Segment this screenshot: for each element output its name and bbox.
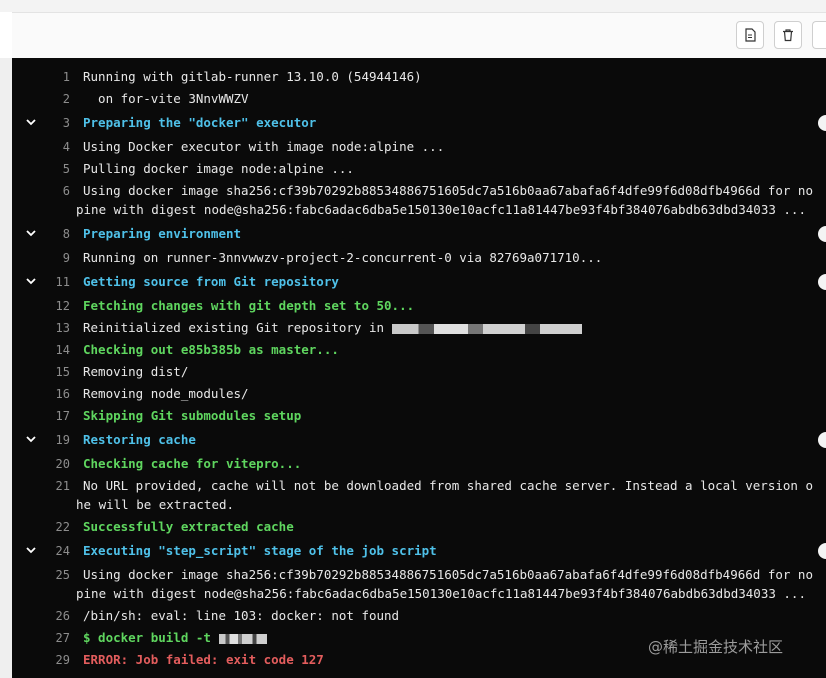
log-text: ERROR: Job failed: exit code 127 <box>83 652 324 667</box>
log-line: 20 Checking cache for vitepro... <box>12 453 826 475</box>
line-number[interactable]: 15 <box>30 361 70 383</box>
log-line: 14 Checking out e85b385b as master... <box>12 339 826 361</box>
log-text: Removing node_modules/ <box>83 386 249 401</box>
log-text: Getting source from Git repository <box>83 274 339 289</box>
line-number[interactable]: 20 <box>30 453 70 475</box>
line-number[interactable]: 5 <box>30 158 70 180</box>
line-number[interactable]: 1 <box>30 66 70 88</box>
log-line: 17 Skipping Git submodules setup <box>12 405 826 427</box>
log-text: Using Docker executor with image node:al… <box>83 139 445 154</box>
line-number[interactable]: 26 <box>30 605 70 627</box>
line-number[interactable]: 12 <box>30 295 70 317</box>
window-top-strip <box>0 0 826 12</box>
log-text: Reinitialized existing Git repository in <box>83 317 583 339</box>
log-text: Restoring cache <box>83 432 196 447</box>
log-text: Successfully extracted cache <box>83 519 294 534</box>
log-text: Executing "step_script" stage of the job… <box>83 543 437 558</box>
log-section-header[interactable]: 11 Getting source from Git repository <box>12 271 826 293</box>
job-log-toolbar <box>12 12 826 59</box>
log-line: 12 Fetching changes with git depth set to… <box>12 295 826 317</box>
log-text: Pulling docker image node:alpine ... <box>83 161 354 176</box>
log-text: Running on runner-3nnvwwzv-project-2-con… <box>83 250 603 265</box>
log-text: he will be extracted. <box>76 497 235 512</box>
erase-log-button[interactable] <box>774 21 802 49</box>
line-number[interactable]: 4 <box>30 136 70 158</box>
log-text: Checking cache for vitepro... <box>83 456 302 471</box>
log-text: Removing dist/ <box>83 364 189 379</box>
redacted-text <box>392 323 583 334</box>
log-text: pine with digest node@sha256:fabc6adac6d… <box>76 202 806 217</box>
log-line: 13 Reinitialized existing Git repository … <box>12 317 826 339</box>
document-icon <box>745 28 756 42</box>
log-text: Running with gitlab-runner 13.10.0 (5494… <box>83 69 422 84</box>
trash-icon <box>783 29 793 42</box>
log-text: $ docker build -t <box>83 627 267 649</box>
log-text: Preparing environment <box>83 226 242 241</box>
watermark: @稀土掘金技术社区 <box>648 638 784 656</box>
log-line: 9 Running on runner-3nnvwwzv-project-2-co… <box>12 247 826 269</box>
log-line-continuation: he will be extracted. <box>12 494 826 516</box>
log-section-header[interactable]: 24 Executing "step_script" stage of the j… <box>12 540 826 562</box>
line-number[interactable]: 9 <box>30 247 70 269</box>
log-line: 2 on for-vite 3NnvWWZV <box>12 88 826 110</box>
line-number[interactable]: 22 <box>30 516 70 538</box>
line-number[interactable]: 24 <box>30 540 70 562</box>
log-line: 15 Removing dist/ <box>12 361 826 383</box>
log-line: 26/bin/sh: eval: line 103: docker: not f… <box>12 605 826 627</box>
log-section-header[interactable]: 19 Restoring cache <box>12 429 826 451</box>
log-line: 4 Using Docker executor with image node:a… <box>12 136 826 158</box>
log-line: 16 Removing node_modules/ <box>12 383 826 405</box>
line-number[interactable]: 14 <box>30 339 70 361</box>
line-number[interactable]: 27 <box>30 627 70 649</box>
line-number[interactable]: 13 <box>30 317 70 339</box>
log-line: 22 Successfully extracted cache <box>12 516 826 538</box>
page-left-gutter <box>0 58 12 678</box>
line-number[interactable]: 2 <box>30 88 70 110</box>
line-number[interactable]: 3 <box>30 112 70 134</box>
line-number[interactable]: 11 <box>30 271 70 293</box>
log-text: on for-vite 3NnvWWZV <box>83 91 249 106</box>
log-text: Checking out e85b385b as master... <box>83 342 339 357</box>
line-number[interactable]: 16 <box>30 383 70 405</box>
log-line: 5 Pulling docker image node:alpine ... <box>12 158 826 180</box>
scroll-button[interactable] <box>812 21 826 49</box>
log-line: 1 Running with gitlab-runner 13.10.0 (549… <box>12 66 826 88</box>
job-log-terminal: 1 Running with gitlab-runner 13.10.0 (549… <box>12 58 826 678</box>
log-text: Skipping Git submodules setup <box>83 408 302 423</box>
log-line-continuation: pine with digest node@sha256:fabc6adac6d… <box>12 583 826 605</box>
line-number[interactable]: 8 <box>30 223 70 245</box>
log-text: pine with digest node@sha256:fabc6adac6d… <box>76 586 806 601</box>
log-section-header[interactable]: 3 Preparing the "docker" executor <box>12 112 826 134</box>
line-number[interactable]: 19 <box>30 429 70 451</box>
log-section-header[interactable]: 8 Preparing environment <box>12 223 826 245</box>
log-text: Preparing the "docker" executor <box>83 115 317 130</box>
log-text: /bin/sh: eval: line 103: docker: not fou… <box>83 608 400 623</box>
redacted-text <box>218 633 267 644</box>
log-text: Fetching changes with git depth set to 5… <box>83 298 415 313</box>
log-line-continuation: pine with digest node@sha256:fabc6adac6d… <box>12 199 826 221</box>
line-number[interactable]: 17 <box>30 405 70 427</box>
raw-log-button[interactable] <box>736 21 764 49</box>
line-number[interactable]: 29 <box>30 649 70 671</box>
